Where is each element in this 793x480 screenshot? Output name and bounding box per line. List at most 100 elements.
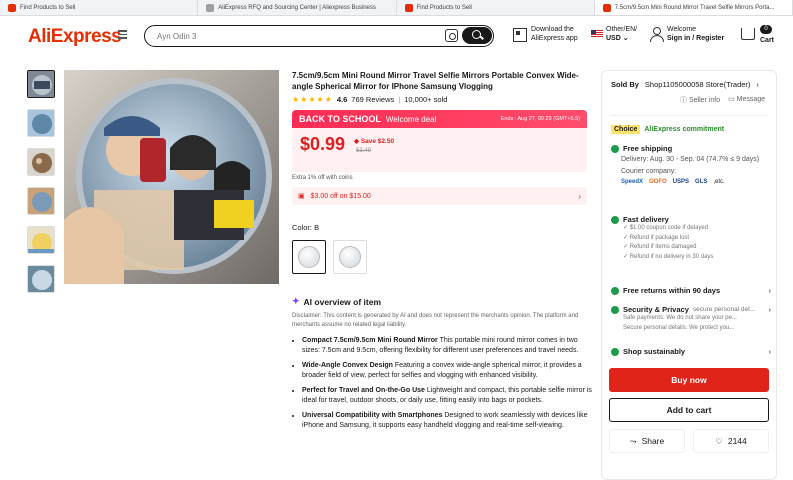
ai-sparkle-icon: ✦ xyxy=(292,296,300,306)
courier-logo: GLS xyxy=(695,179,708,185)
user-icon[interactable] xyxy=(650,27,664,42)
deal-title: BACK TO SCHOOL xyxy=(299,114,381,124)
ai-overview: ✦ AI overview of item Disclaimer: This co… xyxy=(292,296,592,436)
rating-stars-icon: ★★★★★ xyxy=(292,95,333,104)
courier-label: Courier company: xyxy=(621,168,677,175)
browser-tab[interactable]: Find Products to Sell xyxy=(397,0,595,15)
browser-tab-active[interactable]: 7.5cm/9.5cm Mini Round Mirror Travel Sel… xyxy=(594,0,793,15)
search-button[interactable] xyxy=(462,27,492,44)
region-line1: Other/EN/ xyxy=(606,26,638,33)
leaf-icon xyxy=(611,347,619,356)
sold-count: 10,000+ sold xyxy=(404,95,448,104)
security-privacy-section[interactable]: Security & Privacy secure personal det...… xyxy=(611,305,771,333)
coupon-text: $3.00 off on $15.00 xyxy=(310,192,371,200)
browser-tab[interactable]: AliExpress RFQ and Sourcing Center | Ali… xyxy=(198,0,397,15)
aliexpress-logo[interactable]: AliExpress xyxy=(28,26,122,48)
cart-icon[interactable] xyxy=(741,28,755,40)
original-price: $3.49 xyxy=(356,148,372,154)
free-shipping-section: Free shipping Delivery: Aug. 30 - Sep. 0… xyxy=(611,144,771,185)
chevron-right-icon: › xyxy=(756,80,759,89)
chevron-down-icon: ⌄ xyxy=(622,35,629,42)
ai-disclaimer: Disclaimer: This content is generated by… xyxy=(292,313,579,328)
thumbnail[interactable] xyxy=(27,187,55,215)
clock-icon xyxy=(611,215,619,224)
product-title: 7.5cm/9.5cm Mini Round Mirror Travel Sel… xyxy=(292,71,579,91)
buy-now-button[interactable]: Buy now xyxy=(609,368,769,392)
page-favicon-icon xyxy=(206,3,215,12)
choice-commitment: AliExpress commitment xyxy=(644,126,725,133)
list-item: Wide-Angle Convex Design Featuring a con… xyxy=(302,361,592,380)
courier-logo: USPS xyxy=(672,179,690,185)
courier-logo: GOFO xyxy=(649,179,667,185)
main-product-image[interactable] xyxy=(64,70,279,284)
message-link[interactable]: ▭ Message xyxy=(728,95,765,105)
wishlist-button[interactable]: ♡ 2144 xyxy=(693,429,769,453)
security-tail: secure personal det... xyxy=(692,306,756,313)
choice-row: Choice AliExpress commitment xyxy=(611,125,724,134)
rating-row: ★★★★★ 4.6 769 Reviews | 10,000+ sold xyxy=(292,95,448,104)
reviews-link[interactable]: 769 Reviews xyxy=(351,95,394,104)
search-input[interactable] xyxy=(157,29,427,43)
thumbnail[interactable] xyxy=(27,109,55,137)
thumbnail[interactable] xyxy=(27,265,55,293)
store-name: Shop1105000058 Store(Trader) xyxy=(644,80,751,89)
list-item: Secure personal details: We protect you.… xyxy=(623,324,735,331)
region-selector[interactable]: Other/EN/ USD ⌄ xyxy=(606,25,637,43)
list-item: ✓ Refund if items damaged xyxy=(623,244,697,250)
tab-title: Find Products to Sell xyxy=(20,4,76,11)
download-line1: Download the xyxy=(531,26,574,33)
deal-banner: BACK TO SCHOOL Welcome deal Ends : Aug 2… xyxy=(292,110,587,128)
download-line2: AliExpress app xyxy=(531,35,578,42)
coins-note: Extra 1% off with coins xyxy=(292,175,353,181)
us-flag-icon xyxy=(591,30,603,38)
aliexpress-favicon-icon xyxy=(8,3,16,12)
sold-by-label: Sold By xyxy=(611,80,639,89)
ai-overview-title: ✦ AI overview of item xyxy=(292,296,382,307)
truck-icon xyxy=(611,144,619,153)
share-button[interactable]: ⤳ Share xyxy=(609,429,685,453)
image-search-icon[interactable] xyxy=(445,29,458,42)
aliexpress-favicon-icon xyxy=(404,3,413,12)
thumbnail[interactable] xyxy=(27,226,55,254)
heart-icon: ♡ xyxy=(715,435,723,446)
save-badge: ◆ Save $2.50 xyxy=(354,138,395,145)
list-item: ✓ Refund if package lost xyxy=(623,234,690,241)
menu-icon[interactable] xyxy=(118,30,127,40)
divider xyxy=(611,115,769,116)
free-returns-row[interactable]: Free returns within 90 days › xyxy=(611,286,771,295)
browser-tab[interactable]: Find Products to Sell xyxy=(0,0,199,15)
tab-title: AliExpress RFQ and Sourcing Center | Ali… xyxy=(218,4,376,11)
download-app-link[interactable]: Download the AliExpress app xyxy=(531,25,578,43)
region-line2: USD xyxy=(606,35,621,42)
color-swatch-a[interactable] xyxy=(333,240,367,274)
ai-bullets: Compact 7.5cm/9.5cm Mini Round Mirror Th… xyxy=(292,336,592,430)
mirror-swatch-image xyxy=(298,246,320,268)
courier-etc: ,etc. xyxy=(713,179,725,185)
cart-label[interactable]: Cart xyxy=(760,36,774,45)
seller-info-link[interactable]: ⓘ Seller info xyxy=(680,95,720,105)
browser-tab-bar: Find Products to Sell AliExpress RFQ and… xyxy=(0,0,793,16)
color-swatch-b[interactable] xyxy=(292,240,326,274)
welcome-text: Welcome xyxy=(667,26,697,33)
info-icon: ⓘ xyxy=(680,97,687,104)
mirror-swatch-image xyxy=(339,246,361,268)
shop-sustainably-row[interactable]: Shop sustainably › xyxy=(611,347,771,356)
current-price: $0.99 xyxy=(300,134,346,154)
list-item: Perfect for Travel and On-the-Go Use Lig… xyxy=(302,386,592,405)
rating-value: 4.6 xyxy=(336,95,348,104)
image-thumbnails xyxy=(27,70,57,304)
sold-by-row[interactable]: Sold By Shop1105000058 Store(Trader) › xyxy=(611,80,759,89)
thumbnail[interactable] xyxy=(27,148,55,176)
purchase-panel: Sold By Shop1105000058 Store(Trader) › ⓘ… xyxy=(601,70,777,480)
list-item: Universal Compatibility with Smartphones… xyxy=(302,411,592,430)
choice-badge: Choice xyxy=(611,125,641,134)
shield-icon xyxy=(611,305,619,314)
list-item: Compact 7.5cm/9.5cm Mini Round Mirror Th… xyxy=(302,336,592,355)
chevron-right-icon: › xyxy=(768,286,772,295)
add-to-cart-button[interactable]: Add to cart xyxy=(609,398,769,422)
courier-logo: SpeedX xyxy=(621,179,644,185)
qr-code-icon[interactable] xyxy=(513,28,527,42)
sign-in-link[interactable]: Welcome Sign in / Register xyxy=(667,25,724,43)
thumbnail[interactable] xyxy=(27,70,55,98)
coupon-row[interactable]: ▣ $3.00 off on $15.00 › xyxy=(292,187,587,205)
